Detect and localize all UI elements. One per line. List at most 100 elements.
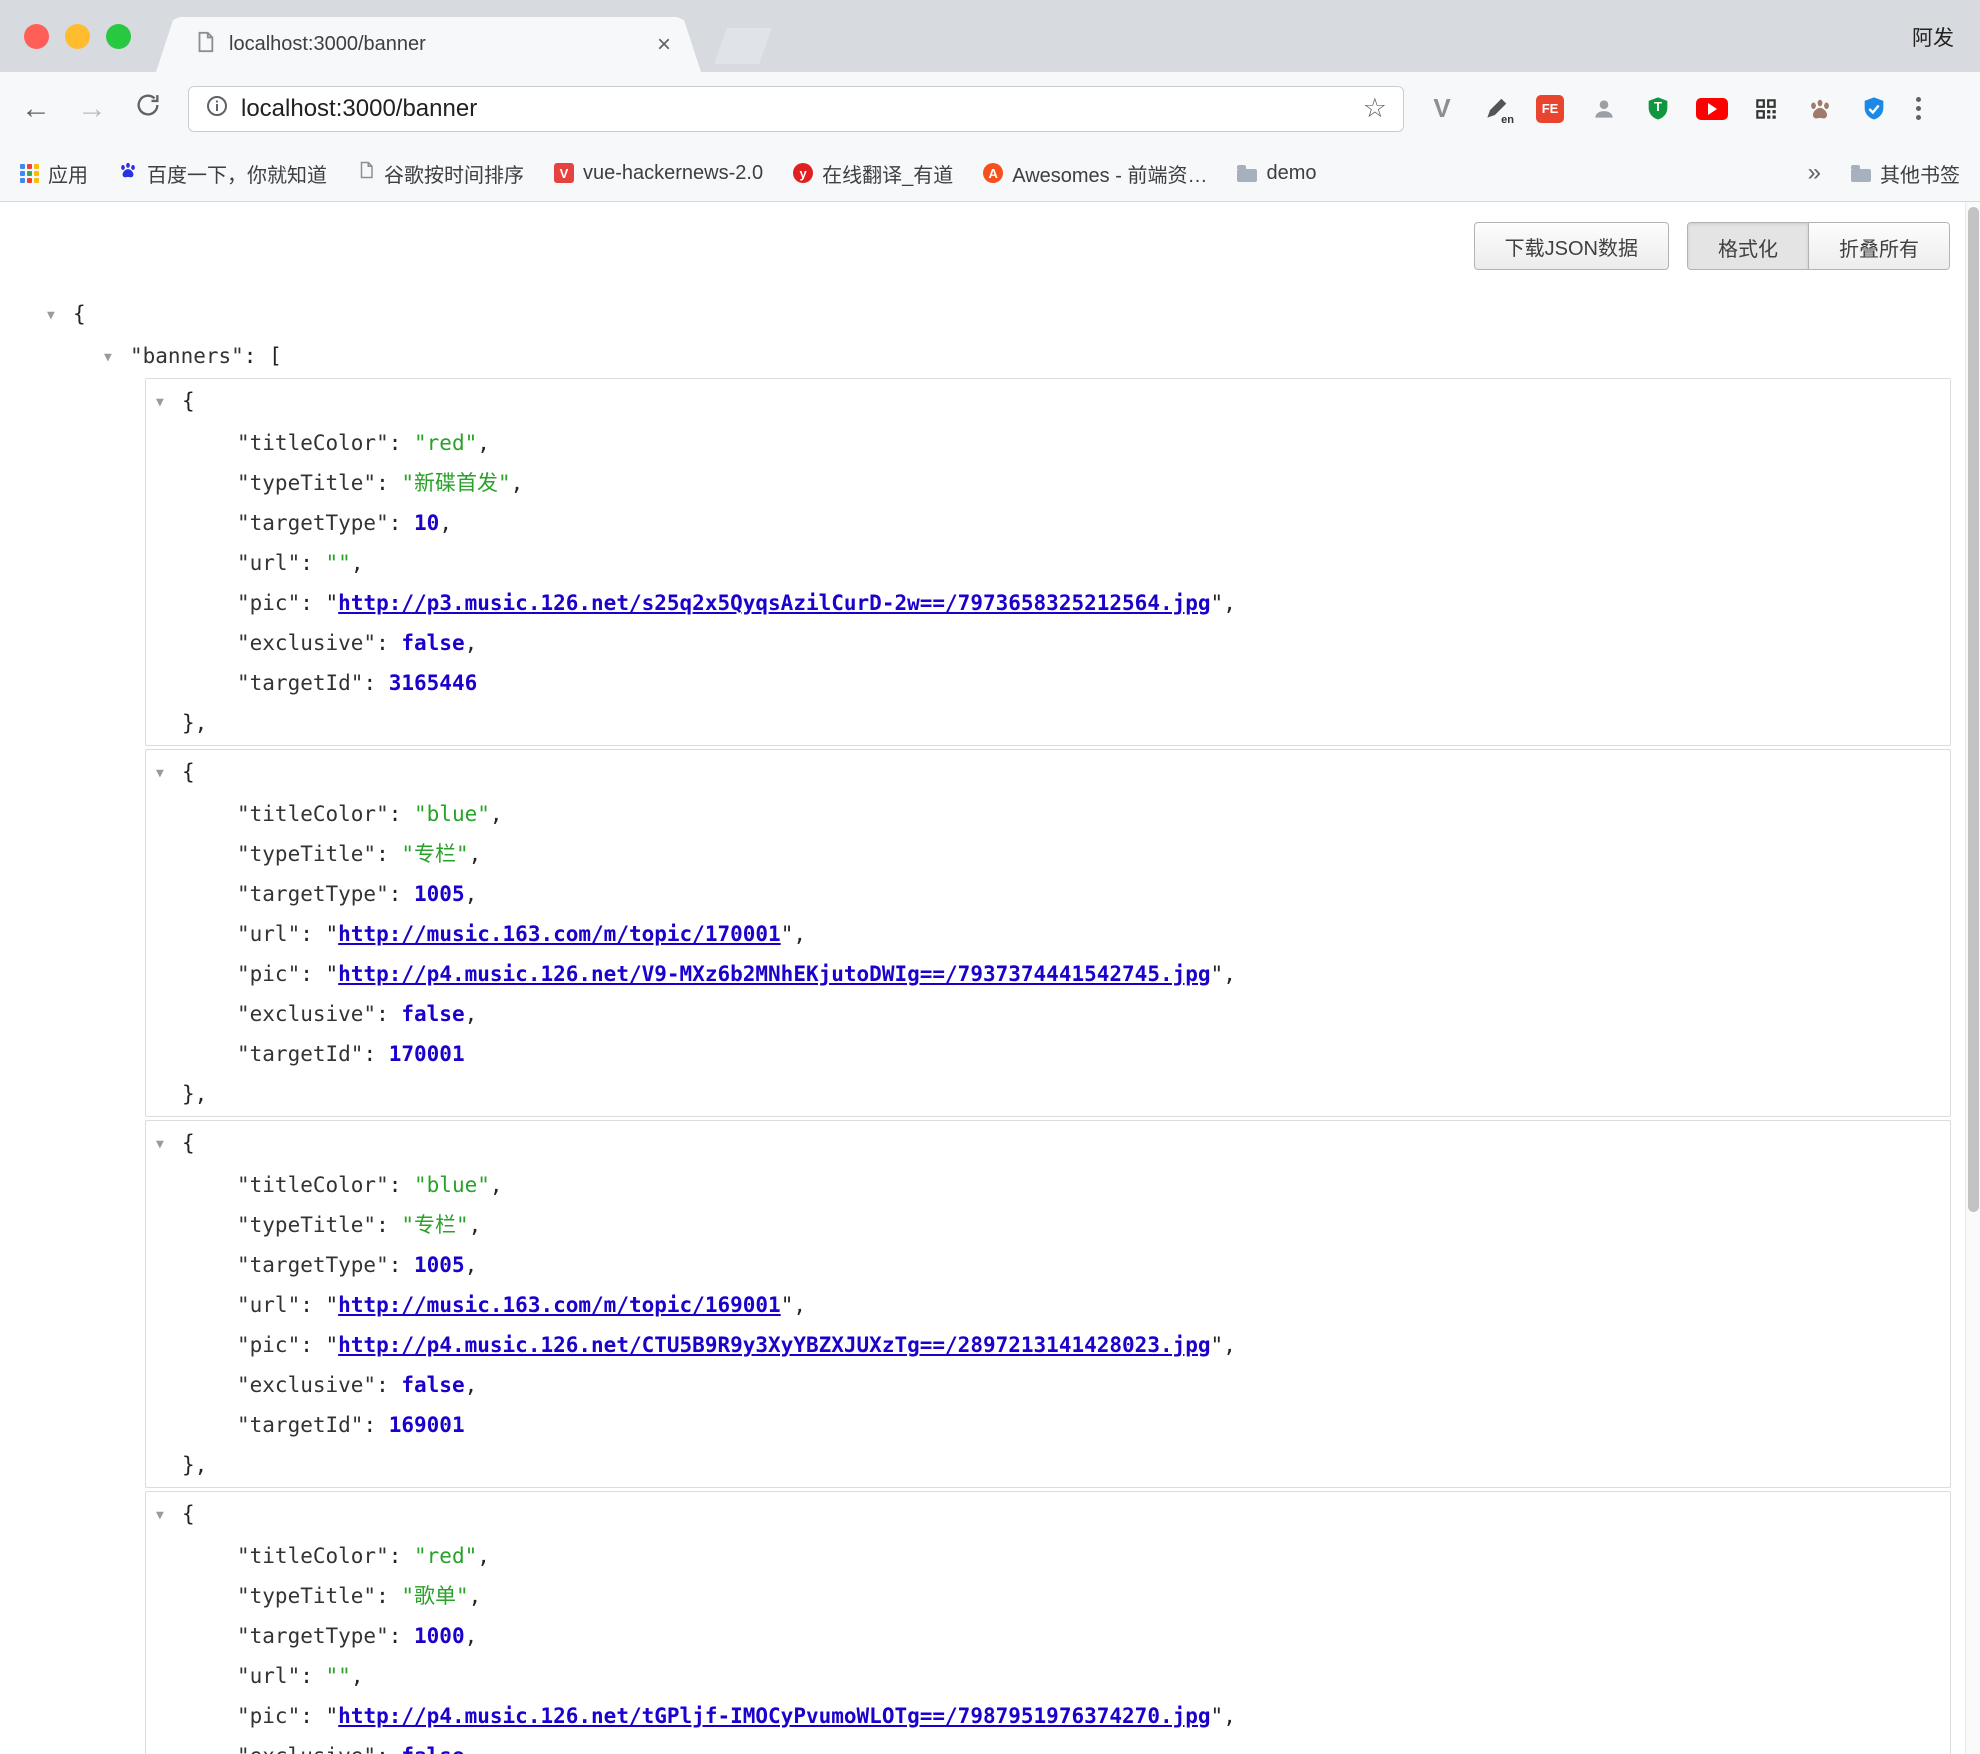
json-object-box: ▼{"titleColor": "red","typeTitle": "歌单",… <box>145 1491 1951 1754</box>
bookmark-youdao-translate[interactable]: y 在线翻译_有道 <box>793 159 953 188</box>
navigation-toolbar: ← → localhost:3000/banner ☆ V en FE <box>0 72 1980 145</box>
json-key: "url" <box>237 551 300 575</box>
json-link[interactable]: http://p4.music.126.net/CTU5B9R9y3XyYBZX… <box>338 1333 1210 1357</box>
other-bookmarks-label: 其他书签 <box>1880 159 1960 188</box>
url-text: localhost:3000/banner <box>241 95 477 123</box>
json-line: "targetType": 10, <box>146 503 1950 543</box>
close-window-button[interactable] <box>24 24 49 49</box>
bookmark-vue-hackernews[interactable]: V vue-hackernews-2.0 <box>554 162 763 185</box>
scrollbar[interactable] <box>1965 202 1980 1754</box>
json-key: "targetType" <box>237 882 389 906</box>
browser-menu-button[interactable] <box>1916 97 1921 120</box>
vimium-extension-icon[interactable]: V <box>1426 93 1458 125</box>
json-key: "url" <box>237 922 300 946</box>
awesomes-icon: A <box>983 163 1003 183</box>
people-extension-icon[interactable] <box>1588 93 1620 125</box>
paw-extension-icon[interactable] <box>1804 93 1836 125</box>
folder-icon <box>1851 169 1871 182</box>
blue-shield-extension-icon[interactable] <box>1858 93 1890 125</box>
json-key: "pic" <box>237 1333 300 1357</box>
json-line: "titleColor": "blue", <box>146 1165 1950 1205</box>
json-string-value: "新碟首发" <box>401 471 510 495</box>
json-line: }, <box>146 703 1950 743</box>
collapse-triangle-icon[interactable]: ▼ <box>156 1125 182 1165</box>
collapse-all-button[interactable]: 折叠所有 <box>1808 223 1949 270</box>
site-info-icon[interactable] <box>205 94 229 123</box>
json-link[interactable]: http://p3.music.126.net/s25q2x5QyqsAzilC… <box>338 591 1210 615</box>
collapse-triangle-icon[interactable]: ▼ <box>104 338 130 378</box>
json-link[interactable]: http://music.163.com/m/topic/170001 <box>338 922 781 946</box>
reload-button[interactable] <box>132 91 164 127</box>
download-json-button[interactable]: 下载JSON数据 <box>1474 222 1669 270</box>
json-link[interactable]: http://p4.music.126.net/tGPljf-IMOCyPvum… <box>338 1704 1210 1728</box>
bookmark-awesomes[interactable]: A Awesomes - 前端资… <box>983 159 1207 188</box>
collapse-triangle-icon[interactable]: ▼ <box>156 1496 182 1536</box>
bookmark-label: Awesomes - 前端资… <box>1012 159 1207 188</box>
url-host: localhost <box>241 95 336 122</box>
bookmark-google-sort[interactable]: 谷歌按时间排序 <box>357 159 524 188</box>
json-string-value: "blue" <box>414 1173 490 1197</box>
fullscreen-window-button[interactable] <box>106 24 131 49</box>
json-number-value: 1005 <box>414 882 465 906</box>
json-key: "titleColor" <box>237 431 389 455</box>
youtube-extension-icon[interactable] <box>1696 93 1728 125</box>
profile-name[interactable]: 阿发 <box>1912 22 1954 52</box>
json-boolean-value: false <box>401 1373 464 1397</box>
json-line: "pic": "http://p4.music.126.net/CTU5B9R9… <box>146 1325 1950 1365</box>
json-number-value: 3165446 <box>389 671 478 695</box>
bookmark-demo-folder[interactable]: demo <box>1237 162 1316 185</box>
json-key: "exclusive" <box>237 1373 376 1397</box>
json-link[interactable]: http://music.163.com/m/topic/169001 <box>338 1293 781 1317</box>
forward-button[interactable]: → <box>76 92 108 126</box>
bookmark-baidu[interactable]: 百度一下，你就知道 <box>118 159 327 188</box>
json-line: "url": "http://music.163.com/m/topic/169… <box>146 1285 1950 1325</box>
json-line: "exclusive": false, <box>146 1736 1950 1754</box>
back-button[interactable]: ← <box>20 92 52 126</box>
translate-pen-extension-icon[interactable]: en <box>1480 93 1512 125</box>
fehelper-extension-icon[interactable]: FE <box>1534 93 1566 125</box>
green-shield-extension-icon[interactable]: T <box>1642 93 1674 125</box>
qrcode-extension-icon[interactable] <box>1750 93 1782 125</box>
json-key: "targetType" <box>237 1624 389 1648</box>
collapse-triangle-icon[interactable]: ▼ <box>47 296 73 336</box>
new-tab-button[interactable] <box>714 28 772 64</box>
json-tree: ▼{ ▼"banners": [ ▼{"titleColor": "red","ty… <box>0 294 1980 1754</box>
window-controls <box>24 24 131 49</box>
json-line: "titleColor": "blue", <box>146 794 1950 834</box>
json-line: ▼{ <box>146 1494 1950 1536</box>
page-favicon-icon <box>194 31 216 58</box>
json-key: "url" <box>237 1293 300 1317</box>
json-line: ▼"banners": [ <box>0 336 1980 378</box>
json-link[interactable]: http://p4.music.126.net/V9-MXz6b2MNhEKju… <box>338 962 1210 986</box>
bookmarks-overflow-chevron[interactable]: » <box>1808 159 1821 187</box>
bookmark-apps[interactable]: 应用 <box>20 159 88 188</box>
address-bar[interactable]: localhost:3000/banner ☆ <box>188 86 1404 132</box>
page-content: 下载JSON数据 格式化 折叠所有 ▼{ ▼"banners": [ ▼{"titl… <box>0 202 1980 1754</box>
minimize-window-button[interactable] <box>65 24 90 49</box>
json-line: "typeTitle": "专栏", <box>146 834 1950 874</box>
json-boolean-value: false <box>401 1744 464 1754</box>
format-button[interactable]: 格式化 <box>1688 223 1808 270</box>
json-key: "exclusive" <box>237 1744 376 1754</box>
json-line: "exclusive": false, <box>146 994 1950 1034</box>
json-line: "titleColor": "red", <box>146 423 1950 463</box>
browser-tab[interactable]: localhost:3000/banner × <box>156 17 701 72</box>
bookmarks-bar: 应用 百度一下，你就知道 谷歌按时间排序 V vue-hackernews-2.… <box>0 145 1980 202</box>
bookmark-star-icon[interactable]: ☆ <box>1363 93 1387 124</box>
tab-close-icon[interactable]: × <box>657 31 671 59</box>
bookmark-label: 百度一下，你就知道 <box>147 159 327 188</box>
json-line: "typeTitle": "新碟首发", <box>146 463 1950 503</box>
collapse-triangle-icon[interactable]: ▼ <box>156 383 182 423</box>
other-bookmarks[interactable]: 其他书签 <box>1851 159 1960 188</box>
json-boolean-value: false <box>401 1002 464 1026</box>
json-line: "targetId": 169001 <box>146 1405 1950 1445</box>
vue-icon: V <box>554 163 574 183</box>
format-button-group: 格式化 折叠所有 <box>1687 222 1950 270</box>
collapse-triangle-icon[interactable]: ▼ <box>156 754 182 794</box>
json-key: "exclusive" <box>237 631 376 655</box>
apps-grid-icon <box>20 164 39 183</box>
json-viewer-toolbar: 下载JSON数据 格式化 折叠所有 <box>0 202 1980 270</box>
scrollbar-thumb[interactable] <box>1968 207 1979 1212</box>
json-line: "pic": "http://p4.music.126.net/tGPljf-I… <box>146 1696 1950 1736</box>
json-key: "typeTitle" <box>237 842 376 866</box>
